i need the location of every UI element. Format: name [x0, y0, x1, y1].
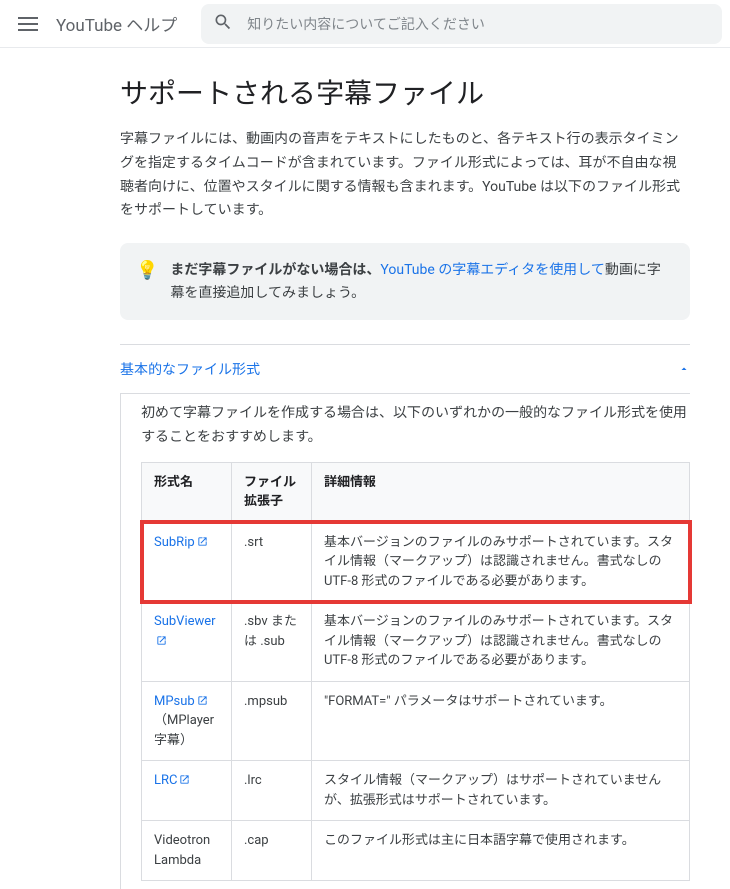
format-desc-cell: スタイル情報（マークアップ）はサポートされていませんが、拡張形式はサポートされて…: [312, 761, 690, 821]
format-link[interactable]: SubViewer: [154, 614, 216, 649]
format-desc-cell: 基本バージョンのファイルのみサポートされています。スタイル情報（マークアップ）は…: [312, 522, 690, 602]
search-container: [201, 4, 722, 44]
col-header-desc: 詳細情報: [312, 462, 690, 522]
tip-link[interactable]: YouTube の字幕エディタを使用して: [380, 262, 604, 278]
format-name-suffix: （MPlayer 字幕）: [154, 713, 214, 748]
format-name-cell: MPsub （MPlayer 字幕）: [142, 681, 232, 761]
main-menu-button[interactable]: [8, 4, 48, 44]
lightbulb-icon: 💡: [136, 259, 158, 282]
table-row: SubViewer .sbv または .sub基本バージョンのファイルのみサポート…: [142, 602, 690, 682]
tip-callout: 💡 まだ字幕ファイルがない場合は、YouTube の字幕エディタを使用して動画に…: [120, 243, 690, 320]
external-link-icon: [156, 633, 167, 644]
table-row: LRC .lrcスタイル情報（マークアップ）はサポートされていませんが、拡張形式は…: [142, 761, 690, 821]
chevron-up-icon: [678, 363, 690, 375]
tip-bold: まだ字幕ファイルがない場合は、: [170, 262, 380, 278]
app-header: YouTube ヘルプ: [0, 0, 730, 48]
table-row: SubRip .srt基本バージョンのファイルのみサポートされています。スタイル情…: [142, 522, 690, 602]
format-ext-cell: .srt: [232, 522, 312, 602]
table-header-row: 形式名 ファイル拡張子 詳細情報: [142, 462, 690, 522]
brand-title[interactable]: YouTube ヘルプ: [56, 11, 177, 36]
format-link[interactable]: MPsub: [154, 694, 208, 709]
main-content: サポートされる字幕ファイル 字幕ファイルには、動画内の音声をテキストにしたものと…: [0, 48, 730, 889]
format-desc-cell: "FORMAT=" パラメータはサポートされています。: [312, 681, 690, 761]
accordion-body: 初めて字幕ファイルを作成する場合は、以下のいずれかの一般的なファイル形式を使用す…: [120, 394, 690, 889]
search-icon: [213, 12, 233, 36]
format-name-cell: LRC: [142, 761, 232, 821]
format-name-cell: SubViewer: [142, 602, 232, 682]
table-row: Videotron Lambda.capこのファイル形式は主に日本語字幕で使用さ…: [142, 821, 690, 881]
format-ext-cell: .cap: [232, 821, 312, 881]
hamburger-icon: [18, 17, 38, 31]
format-ext-cell: .sbv または .sub: [232, 602, 312, 682]
format-name-cell: SubRip: [142, 522, 232, 602]
search-box[interactable]: [201, 4, 722, 44]
file-format-table: 形式名 ファイル拡張子 詳細情報 SubRip .srt基本バージョンのファイルの…: [141, 462, 690, 882]
page-title: サポートされる字幕ファイル: [120, 72, 690, 112]
accordion-title: 基本的なファイル形式: [120, 359, 260, 379]
search-input[interactable]: [245, 15, 710, 33]
external-link-icon: [179, 772, 190, 783]
format-ext-cell: .mpsub: [232, 681, 312, 761]
accordion-intro: 初めて字幕ファイルを作成する場合は、以下のいずれかの一般的なファイル形式を使用す…: [141, 402, 690, 450]
external-link-icon: [197, 534, 208, 545]
format-name-cell: Videotron Lambda: [142, 821, 232, 881]
format-link[interactable]: LRC: [154, 773, 190, 788]
col-header-ext: ファイル拡張子: [232, 462, 312, 522]
tip-text: まだ字幕ファイルがない場合は、YouTube の字幕エディタを使用して動画に字幕…: [170, 259, 674, 304]
format-desc-cell: 基本バージョンのファイルのみサポートされています。スタイル情報（マークアップ）は…: [312, 602, 690, 682]
page-intro: 字幕ファイルには、動画内の音声をテキストにしたものと、各テキスト行の表示タイミン…: [120, 128, 690, 223]
accordion-header[interactable]: 基本的なファイル形式: [120, 345, 690, 393]
external-link-icon: [197, 693, 208, 704]
format-ext-cell: .lrc: [232, 761, 312, 821]
table-row: MPsub （MPlayer 字幕） .mpsub"FORMAT=" パラメータはサ…: [142, 681, 690, 761]
col-header-name: 形式名: [142, 462, 232, 522]
format-desc-cell: このファイル形式は主に日本語字幕で使用されます。: [312, 821, 690, 881]
format-link[interactable]: SubRip: [154, 535, 208, 550]
